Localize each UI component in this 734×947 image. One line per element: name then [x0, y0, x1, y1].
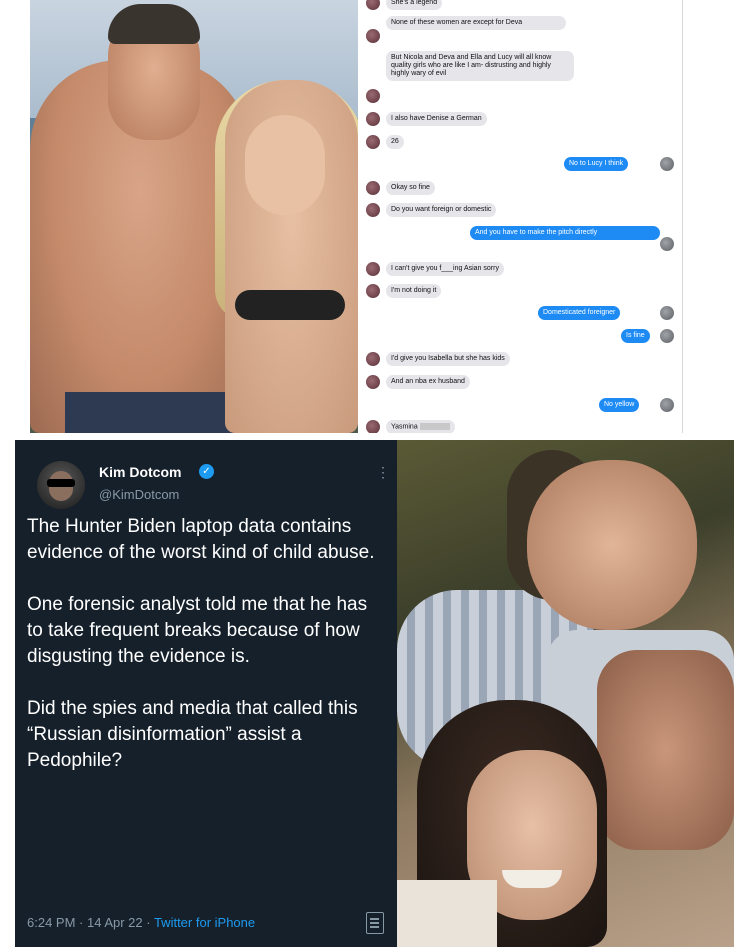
message-bubble-outgoing: And you have to make the pitch directly [470, 226, 660, 240]
tweet-source[interactable]: Twitter for iPhone [154, 915, 255, 930]
contact-avatar [366, 203, 380, 217]
author-handle[interactable]: @KimDotcom [99, 487, 179, 502]
message-bubble-outgoing: Domesticated foreigner [538, 306, 621, 320]
user-avatar [660, 398, 674, 412]
redaction-block [419, 423, 450, 430]
contact-avatar [366, 352, 380, 366]
contact-avatar [366, 284, 380, 298]
contact-avatar [366, 112, 380, 126]
message-bubble-incoming: But Nicola and Deva and Ella and Lucy wi… [386, 51, 574, 81]
user-avatar [660, 329, 674, 343]
contact-avatar [366, 420, 380, 433]
photo-smile [502, 870, 562, 888]
message-bubble-incoming: I can't give you f___ing Asian sorry [386, 262, 504, 276]
message-bubble-incoming: Do you want foreign or domestic [386, 203, 497, 217]
message-bubble-incoming: None of these women are except for Deva [386, 16, 566, 30]
contact-avatar [366, 0, 380, 10]
author-name[interactable]: Kim Dotcom [99, 464, 181, 480]
avatar[interactable] [37, 461, 85, 509]
contact-avatar [366, 375, 380, 389]
message-bubble-outgoing: Is fine [621, 329, 650, 343]
tweet-meta: 6:24 PM · 14 Apr 22 · Twitter for iPhone [27, 915, 255, 930]
photo-woman-face [245, 115, 325, 215]
contact-avatar [366, 262, 380, 276]
tweet-analytics-icon[interactable] [366, 912, 384, 934]
contact-avatar [366, 29, 380, 43]
chat-border [682, 0, 683, 433]
contact-avatar [366, 89, 380, 103]
message-bubble-incoming: I'm not doing it [386, 284, 442, 298]
message-thread: She's a legend None of these women are e… [358, 0, 682, 433]
message-bubble-outgoing: No yellow [599, 398, 640, 412]
verified-badge-icon: ✓ [199, 464, 214, 479]
avatar-glasses [47, 479, 75, 487]
contact-avatar [366, 135, 380, 149]
message-bubble-incoming: She's a legend [386, 0, 443, 10]
photo-man-hair [108, 4, 200, 44]
message-bubble-incoming: 26 [386, 135, 404, 149]
user-avatar [660, 306, 674, 320]
tweet-card: Kim Dotcom ✓ @KimDotcom ⋮ The Hunter Bid… [15, 440, 397, 947]
message-bubble-incoming: I'd give you Isabella but she has kids [386, 352, 510, 366]
message-text: Yasmina [391, 423, 418, 431]
contact-avatar [366, 181, 380, 195]
tweet-text: The Hunter Biden laptop data contains ev… [27, 516, 375, 771]
message-bubble-incoming: Yasmina [386, 420, 455, 433]
user-avatar [660, 157, 674, 171]
message-bubble-outgoing: No to Lucy I think [564, 157, 629, 171]
beach-photo [30, 0, 358, 433]
photo-bikini [235, 290, 345, 320]
photo-blanket [397, 880, 497, 947]
tweet-timestamp[interactable]: 6:24 PM · 14 Apr 22 · [27, 915, 154, 930]
more-options-icon[interactable]: ⋮ [376, 464, 390, 481]
photo-man-face [527, 460, 697, 630]
message-bubble-incoming: I also have Denise a German [386, 112, 487, 126]
photo-arm [597, 650, 734, 850]
message-bubble-incoming: Okay so fine [386, 181, 435, 195]
bed-photo [397, 440, 734, 947]
message-bubble-incoming: And an nba ex husband [386, 375, 470, 389]
user-avatar [660, 237, 674, 251]
